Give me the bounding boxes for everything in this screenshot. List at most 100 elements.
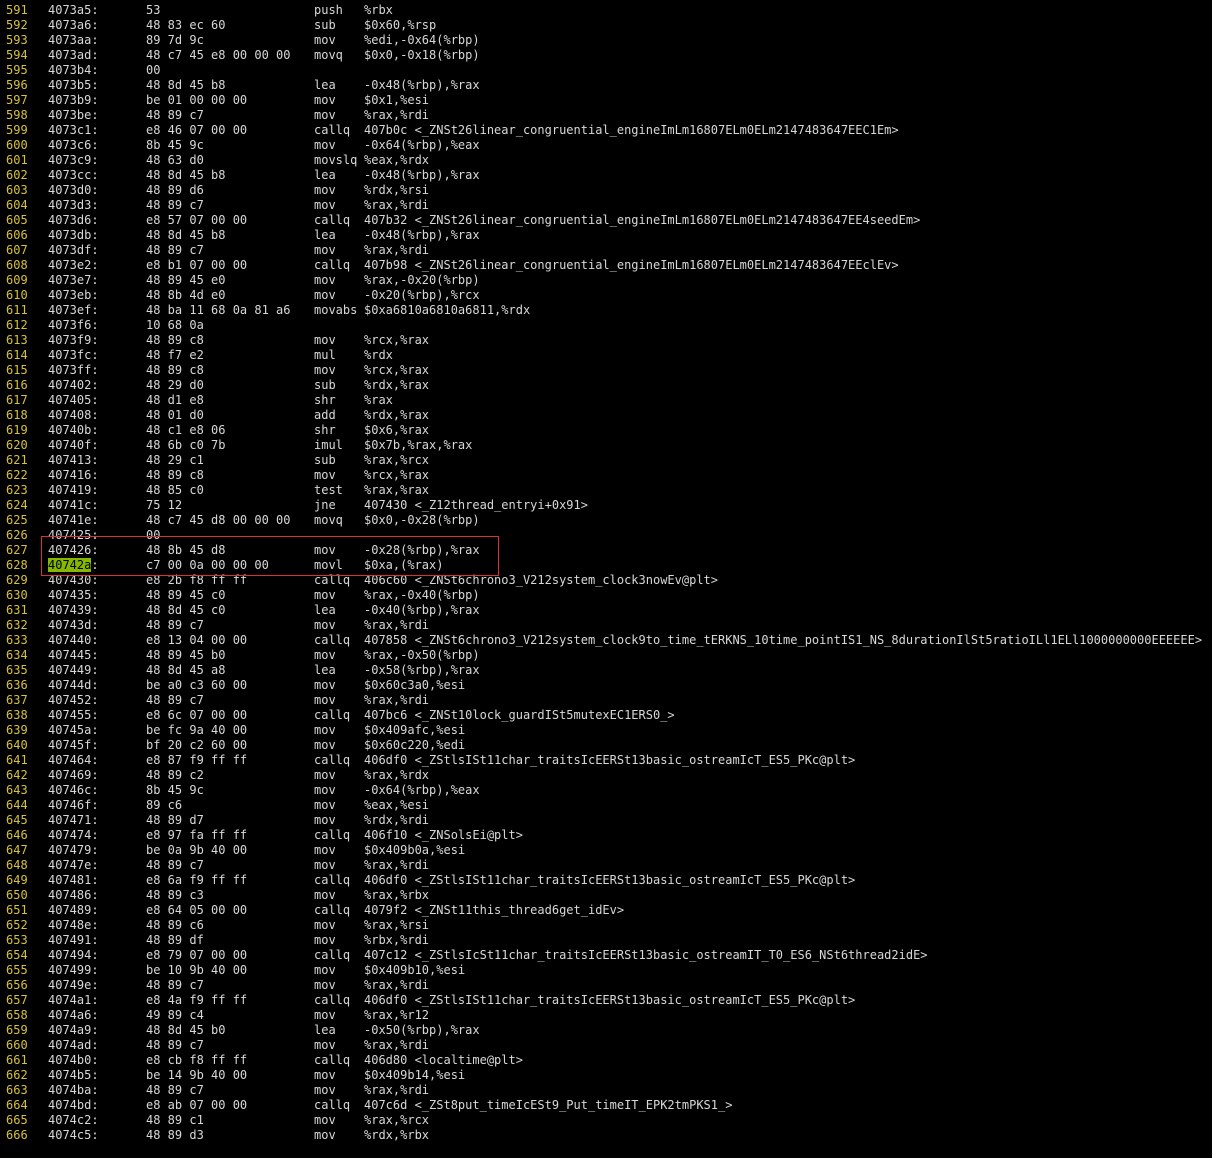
opcode-bytes: 48 85 c0 [146, 483, 204, 497]
mnemonic: mov [314, 363, 336, 377]
mnemonic: mov [314, 543, 336, 557]
operands: $0x0,-0x28(%rbp) [364, 513, 480, 527]
opcode-bytes: 48 29 d0 [146, 378, 204, 392]
line-number: 620 [6, 438, 28, 452]
operands: %rax,%rdi [364, 978, 430, 992]
address: 40749e: [48, 978, 99, 992]
operands: %eax,%esi [364, 798, 430, 812]
mnemonic: callq [314, 633, 351, 647]
listing-line: 628 40742a: c7 00 0a 00 00 00 movl $0xa,(%ra… [0, 558, 1212, 573]
line-number: 657 [6, 993, 28, 1007]
opcode-bytes: 48 8d 45 b8 [146, 78, 226, 92]
address: 4073eb: [48, 288, 99, 302]
line-number: 614 [6, 348, 28, 362]
listing-line: 642 407469: 48 89 c2 mov %rax,%rdx [0, 768, 1212, 783]
address: 4073fc: [48, 348, 99, 362]
operands: %rdx,%rax [364, 378, 430, 392]
operands: 407c6d <_ZSt8put_timeIcESt9_Put_timeIT_E… [364, 1098, 733, 1112]
opcode-bytes: 48 89 c7 [146, 693, 204, 707]
address: 407464: [48, 753, 99, 767]
line-number: 635 [6, 663, 28, 677]
address: 407405: [48, 393, 99, 407]
opcode-bytes: 48 89 df [146, 933, 204, 947]
opcode-bytes: e8 57 07 00 00 [146, 213, 248, 227]
opcode-bytes: 48 c7 45 d8 00 00 00 [146, 513, 291, 527]
line-number: 600 [6, 138, 28, 152]
listing-line: 614 4073fc: 48 f7 e2 mul %rdx [0, 348, 1212, 363]
mnemonic: lea [314, 168, 336, 182]
operands: %rax,%rcx [364, 1113, 430, 1127]
operands: 406df0 <_ZStlsISt11char_traitsIcEERSt13b… [364, 993, 856, 1007]
mnemonic: sub [314, 453, 336, 467]
mnemonic: sub [314, 378, 336, 392]
operands: 407858 <_ZNSt6chrono3_V212system_clock9t… [364, 633, 1203, 647]
listing-line: 599 4073c1: e8 46 07 00 00 callq 407b0c <_ZN… [0, 123, 1212, 138]
listing-line: 651 407489: e8 64 05 00 00 callq 4079f2 <_ZN… [0, 903, 1212, 918]
listing-line: 665 4074c2: 48 89 c1 mov %rax,%rcx [0, 1113, 1212, 1128]
operands: -0x64(%rbp),%eax [364, 783, 480, 797]
operands: $0x0,-0x18(%rbp) [364, 48, 480, 62]
mnemonic: mov [314, 333, 336, 347]
opcode-bytes: e8 cb f8 ff ff [146, 1053, 248, 1067]
mnemonic: mov [314, 108, 336, 122]
address: 4074a1: [48, 993, 99, 1007]
line-number: 643 [6, 783, 28, 797]
listing-line: 632 40743d: 48 89 c7 mov %rax,%rdi [0, 618, 1212, 633]
mnemonic: callq [314, 708, 351, 722]
listing-line: 648 40747e: 48 89 c7 mov %rax,%rdi [0, 858, 1212, 873]
mnemonic: callq [314, 993, 351, 1007]
opcode-bytes: 89 7d 9c [146, 33, 204, 47]
mnemonic: push [314, 3, 343, 17]
mnemonic: mov [314, 1083, 336, 1097]
mnemonic: add [314, 408, 336, 422]
line-number: 653 [6, 933, 28, 947]
mnemonic: mov [314, 93, 336, 107]
opcode-bytes: 49 89 c4 [146, 1008, 204, 1022]
mnemonic: mov [314, 843, 336, 857]
address: 40745a: [48, 723, 99, 737]
operands: %rax,%rdi [364, 1038, 430, 1052]
operands: %rbx [364, 3, 393, 17]
line-number: 630 [6, 588, 28, 602]
operands: -0x48(%rbp),%rax [364, 228, 480, 242]
line-number: 660 [6, 1038, 28, 1052]
mnemonic: movslq [314, 153, 358, 167]
listing-line: 640 40745f: bf 20 c2 60 00 mov $0x60c220,%ed… [0, 738, 1212, 753]
listing-line: 617 407405: 48 d1 e8 shr %rax [0, 393, 1212, 408]
operands: %rbx,%rdi [364, 933, 430, 947]
operands: 406df0 <_ZStlsISt11char_traitsIcEERSt13b… [364, 753, 856, 767]
address: 407494: [48, 948, 99, 962]
listing-line: 600 4073c6: 8b 45 9c mov -0x64(%rbp),%eax [0, 138, 1212, 153]
mnemonic: mov [314, 243, 336, 257]
address: 4073b9: [48, 93, 99, 107]
line-number: 655 [6, 963, 28, 977]
mnemonic: mov [314, 198, 336, 212]
address: 4073f9: [48, 333, 99, 347]
line-number: 603 [6, 183, 28, 197]
listing-line: 606 4073db: 48 8d 45 b8 lea -0x48(%rbp),%rax [0, 228, 1212, 243]
operands: 407b98 <_ZNSt26linear_congruential_engin… [364, 258, 899, 272]
line-number: 617 [6, 393, 28, 407]
mnemonic: mov [314, 1128, 336, 1142]
operands: %rax,-0x20(%rbp) [364, 273, 480, 287]
address: 407489: [48, 903, 99, 917]
opcode-bytes: 48 89 45 c0 [146, 588, 226, 602]
operands: 4079f2 <_ZNSt11this_thread6get_idEv> [364, 903, 625, 917]
mnemonic: callq [314, 213, 351, 227]
line-number: 628 [6, 558, 28, 572]
mnemonic: mov [314, 963, 336, 977]
listing-line: 622 407416: 48 89 c8 mov %rcx,%rax [0, 468, 1212, 483]
opcode-bytes: 48 89 c8 [146, 333, 204, 347]
mnemonic: callq [314, 123, 351, 137]
operands: %edi,-0x64(%rbp) [364, 33, 480, 47]
opcode-bytes: e8 46 07 00 00 [146, 123, 248, 137]
opcode-bytes: 89 c6 [146, 798, 183, 812]
listing-line: 638 407455: e8 6c 07 00 00 callq 407bc6 <_ZN… [0, 708, 1212, 723]
address: 4073c1: [48, 123, 99, 137]
operands: %rcx,%rax [364, 468, 430, 482]
opcode-bytes: 48 89 c2 [146, 768, 204, 782]
address: 4073c6: [48, 138, 99, 152]
operands: %rdx,%rdi [364, 813, 430, 827]
address: 407469: [48, 768, 99, 782]
line-number: 644 [6, 798, 28, 812]
